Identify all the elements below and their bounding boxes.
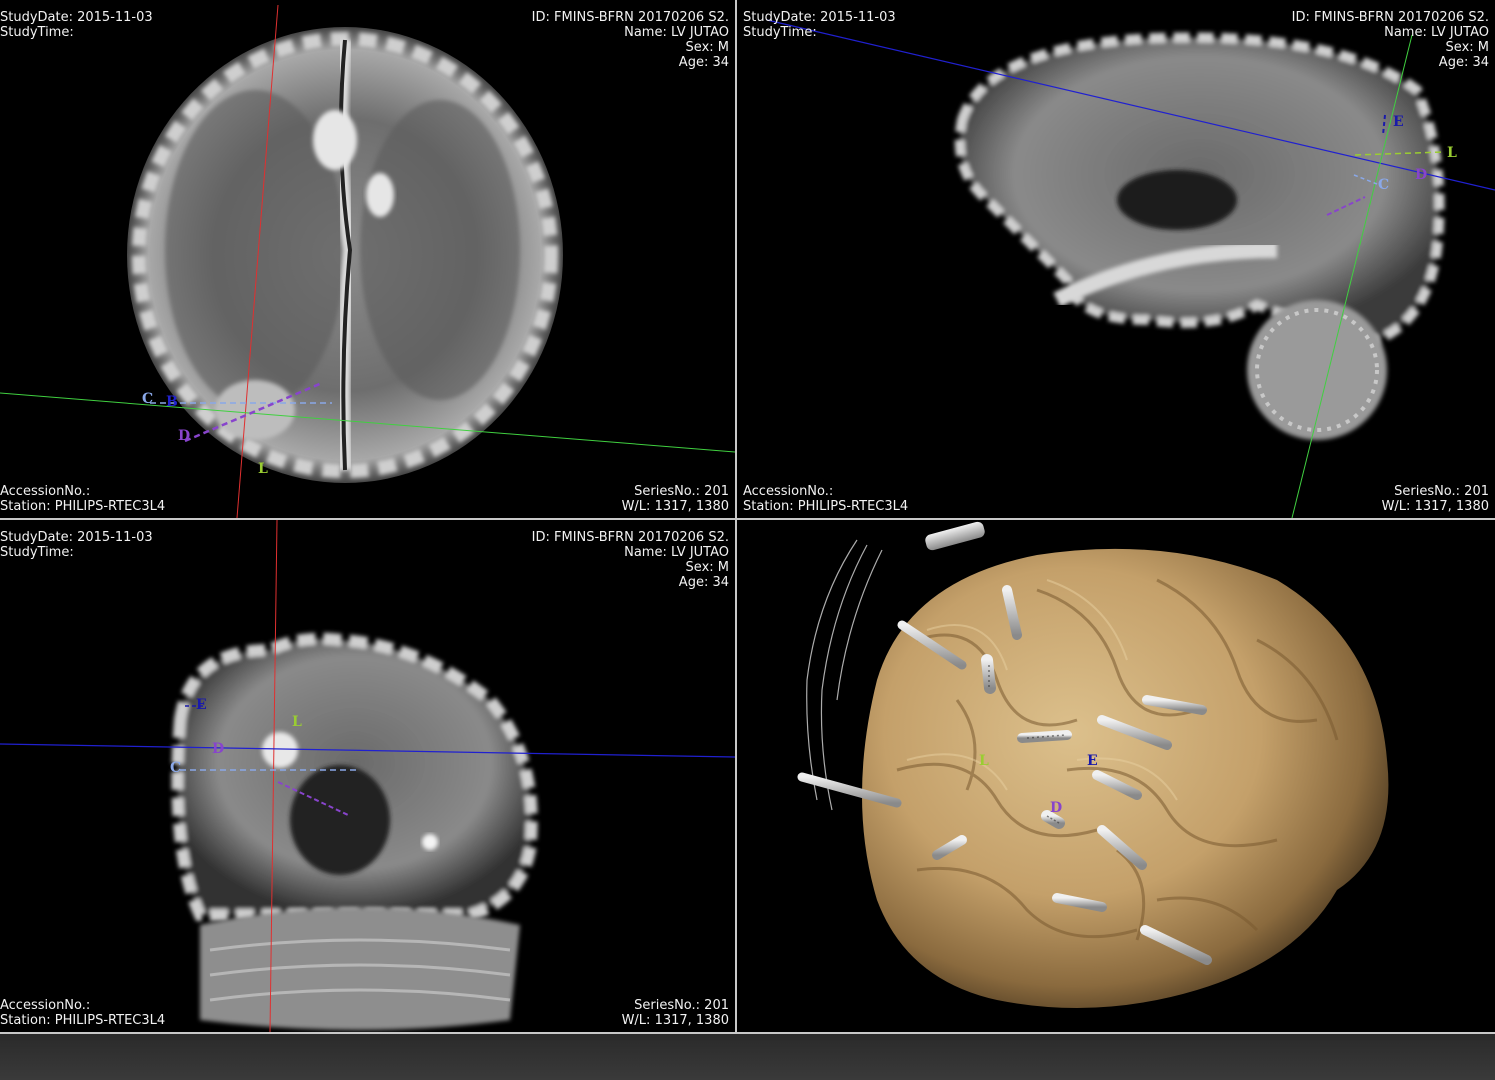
coronal-overlay-bottom-right: SeriesNo.: 201 W/L: 1317, 1380 — [622, 998, 729, 1028]
patient-sex: Sex: M — [685, 40, 729, 55]
sagittal-overlay-top-left: StudyDate: 2015-11-03 StudyTime: — [743, 10, 896, 40]
accession-number: AccessionNo.: — [0, 998, 91, 1013]
accession-number: AccessionNo.: — [743, 484, 834, 499]
axial-overlay-top-left: StudyDate: 2015-11-03 StudyTime: — [0, 10, 153, 40]
coronal-mri-image: E L D C — [0, 520, 735, 1032]
window-level: W/L: 1317, 1380 — [1381, 499, 1489, 514]
accession-number: AccessionNo.: — [0, 484, 91, 499]
study-time: StudyTime: — [0, 545, 74, 560]
study-date: StudyDate: 2015-11-03 — [0, 10, 153, 25]
patient-name: Name: LV JUTAO — [624, 545, 729, 560]
3d-electrode-label-l: L — [979, 753, 989, 769]
patient-age: Age: 34 — [1438, 55, 1489, 70]
series-number: SeriesNo.: 201 — [634, 998, 729, 1013]
sagittal-overlay-top-right: ID: FMINS-BFRN 20170206 S2. Name: LV JUT… — [1292, 10, 1489, 70]
study-time: StudyTime: — [743, 25, 817, 40]
sagittal-mri-image: E L D C — [766, 19, 1495, 518]
coronal-overlay-top-left: StudyDate: 2015-11-03 StudyTime: — [0, 530, 153, 560]
sagittal-electrode-label-l: L — [1447, 145, 1457, 161]
viewport-divider-horizontal[interactable] — [0, 518, 1495, 520]
axial-overlay-bottom-right: SeriesNo.: 201 W/L: 1317, 1380 — [622, 484, 729, 514]
station: Station: PHILIPS-RTEC3L4 — [0, 1013, 166, 1028]
bottom-toolbar — [0, 1034, 1495, 1080]
patient-age: Age: 34 — [678, 55, 729, 70]
coronal-overlay-bottom-left: AccessionNo.: Station: PHILIPS-RTEC3L4 — [0, 998, 165, 1028]
axial-viewport[interactable]: C B D L StudyDate: 2015-11-03 StudyTime:… — [0, 0, 735, 518]
patient-id: ID: FMINS-BFRN 20170206 S2. — [531, 530, 729, 545]
window-level: W/L: 1317, 1380 — [621, 499, 729, 514]
station: Station: PHILIPS-RTEC3L4 — [743, 499, 909, 514]
sagittal-viewport[interactable]: E L D C StudyDate: 2015-11-03 StudyTime:… — [737, 0, 1495, 518]
axial-electrode-label-b: B — [166, 394, 178, 410]
axial-electrode-label-c: C — [142, 391, 153, 407]
3d-brain-surface-render: L E D — [797, 521, 1389, 1008]
patient-sex: Sex: M — [685, 560, 729, 575]
study-date: StudyDate: 2015-11-03 — [743, 10, 896, 25]
patient-name: Name: LV JUTAO — [624, 25, 729, 40]
sagittal-overlay-bottom-right: SeriesNo.: 201 W/L: 1317, 1380 — [1382, 484, 1489, 514]
axial-overlay-top-right: ID: FMINS-BFRN 20170206 S2. Name: LV JUT… — [532, 10, 729, 70]
sagittal-electrode-label-e: E — [1393, 114, 1404, 130]
window-level: W/L: 1317, 1380 — [621, 1013, 729, 1028]
patient-id: ID: FMINS-BFRN 20170206 S2. — [531, 10, 729, 25]
patient-sex: Sex: M — [1445, 40, 1489, 55]
coronal-electrode-label-c: C — [170, 760, 181, 776]
coronal-overlay-top-right: ID: FMINS-BFRN 20170206 S2. Name: LV JUT… — [532, 530, 729, 590]
sagittal-electrode-label-c: C — [1378, 177, 1389, 193]
coronal-electrode-label-d: D — [212, 741, 224, 757]
axial-mri-image: C B D L — [0, 4, 735, 518]
patient-id: ID: FMINS-BFRN 20170206 S2. — [1291, 10, 1489, 25]
patient-name: Name: LV JUTAO — [1384, 25, 1489, 40]
3d-electrode-label-e: E — [1087, 753, 1098, 769]
sagittal-overlay-bottom-left: AccessionNo.: Station: PHILIPS-RTEC3L4 — [743, 484, 908, 514]
3d-render-viewport[interactable]: L E D — [737, 520, 1495, 1032]
study-time: StudyTime: — [0, 25, 74, 40]
series-number: SeriesNo.: 201 — [1394, 484, 1489, 499]
coronal-electrode-label-l: L — [292, 714, 302, 730]
axial-electrode-label-d: D — [178, 428, 190, 444]
3d-electrode-label-d: D — [1050, 800, 1062, 816]
viewport-divider-vertical[interactable] — [735, 0, 737, 1034]
study-date: StudyDate: 2015-11-03 — [0, 530, 153, 545]
station: Station: PHILIPS-RTEC3L4 — [0, 499, 166, 514]
coronal-viewport[interactable]: E L D C StudyDate: 2015-11-03 StudyTime:… — [0, 520, 735, 1032]
coronal-electrode-label-e: E — [196, 697, 207, 713]
patient-age: Age: 34 — [678, 575, 729, 590]
axial-overlay-bottom-left: AccessionNo.: Station: PHILIPS-RTEC3L4 — [0, 484, 165, 514]
axial-electrode-label-l: L — [258, 461, 268, 477]
series-number: SeriesNo.: 201 — [634, 484, 729, 499]
sagittal-electrode-label-d: D — [1415, 167, 1427, 183]
